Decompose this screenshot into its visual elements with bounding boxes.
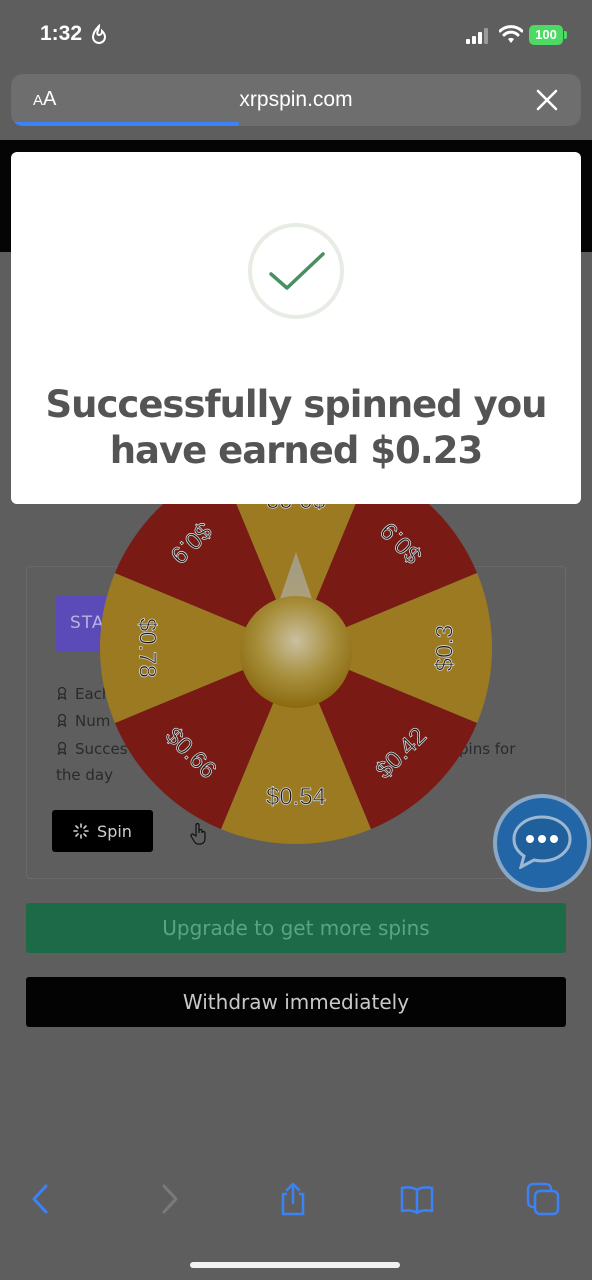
prize-wheel[interactable]: $0.23$0.9$0.3$0.42$0.54$0.66$0.78$0.9 [100,452,492,844]
chat-button[interactable] [493,794,591,892]
award-icon [57,741,67,755]
loading-spinner-icon [73,823,89,839]
award-icon [57,713,67,727]
page-load-progress-fill [11,122,239,126]
wheel-segment-label: $0.54 [266,783,326,810]
award-icon [57,686,67,700]
url-text[interactable]: xrpspin.com [11,88,581,112]
wheel-hub [240,596,352,708]
wheel-segment-label: $0.3 [431,625,458,672]
page-load-progress [11,122,581,126]
withdraw-button[interactable]: Withdraw immediately [26,977,566,1027]
signal-icon [466,28,488,44]
upgrade-button[interactable]: Upgrade to get more spins [26,903,566,953]
status-bar: 1:32 100 [0,0,592,70]
focus-mode-icon [91,24,107,44]
tabs-icon[interactable] [526,1182,560,1216]
modal-message-line: have earned $0.23 [109,429,484,472]
chat-bubble-icon [512,815,572,869]
battery-indicator: 100 [529,25,563,45]
back-icon[interactable] [24,1182,58,1216]
status-time: 1:32 [40,22,83,45]
share-icon[interactable] [276,1182,310,1216]
wifi-icon [499,25,523,43]
home-indicator [190,1262,400,1268]
close-icon[interactable] [535,88,559,112]
battery-cap [564,31,567,39]
success-modal: Successfully spinned you have earned $0.… [11,152,581,504]
modal-message: Successfully spinned you have earned $0.… [31,382,561,474]
bookmarks-icon[interactable] [400,1182,434,1216]
modal-message-line: Successfully spinned you [45,383,547,426]
address-bar[interactable]: AA xrpspin.com [11,74,581,126]
checkmark-icon [248,223,344,319]
forward-icon[interactable] [152,1182,186,1216]
wheel-segment-label: $0.78 [134,618,161,678]
